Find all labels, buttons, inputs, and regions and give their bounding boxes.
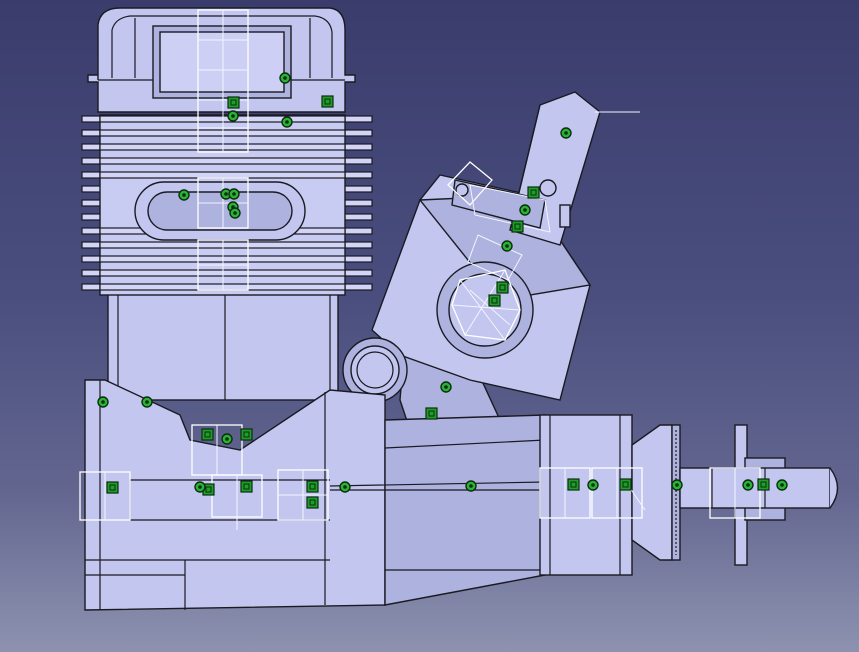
3d-viewport[interactable] [0, 0, 859, 652]
engine-model[interactable] [0, 0, 859, 652]
cooling-fins[interactable] [81, 114, 373, 296]
cylinder-barrel[interactable] [107, 289, 339, 401]
cylinder-head[interactable] [87, 7, 356, 113]
carburetor[interactable] [371, 91, 640, 446]
